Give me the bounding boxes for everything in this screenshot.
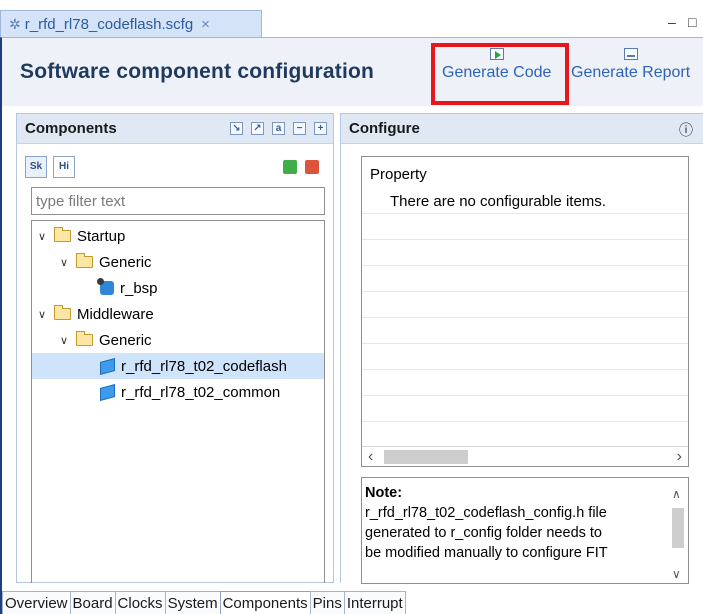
minimize-button[interactable]: ‒: [668, 14, 676, 30]
scroll-left-icon[interactable]: ‹: [368, 447, 373, 467]
tab-interrupt[interactable]: Interrupt: [343, 591, 406, 614]
note-box: Note: r_rfd_rl78_t02_codeflash_config.h …: [361, 477, 689, 584]
chevron-down-icon[interactable]: ∨: [58, 256, 70, 269]
grid-line: [362, 291, 688, 292]
configure-panel-title: Configure: [349, 120, 420, 137]
grid-line: [362, 265, 688, 266]
component-icon: [100, 357, 115, 375]
filter-input[interactable]: [31, 187, 325, 215]
tab-pins[interactable]: Pins: [309, 591, 345, 614]
chevron-down-icon[interactable]: ∨: [58, 334, 70, 347]
vertical-scrollbar[interactable]: ∧ ∨: [668, 478, 688, 583]
header: Software component configuration Generat…: [2, 38, 703, 106]
bottom-tab-bar: Overview Board Clocks System Components …: [2, 591, 703, 614]
grid-line: [362, 369, 688, 370]
tree-node-common[interactable]: r_rfd_rl78_t02_common: [32, 379, 324, 405]
editor-tab-bar: ✲ r_rfd_rl78_codeflash.scfg × ‒ □: [0, 0, 703, 38]
hierarchy-view-toggle[interactable]: Hi: [53, 156, 75, 178]
generate-report-icon: [623, 48, 638, 60]
grid-line: [362, 213, 688, 214]
folder-open-icon: [54, 227, 71, 242]
note-line: be modified manually to configure FIT: [365, 545, 608, 561]
grid-line: [362, 395, 688, 396]
close-icon[interactable]: ×: [201, 16, 210, 33]
components-panel-title: Components: [25, 120, 117, 137]
empty-message: There are no configurable items.: [390, 193, 606, 210]
editor-tab[interactable]: ✲ r_rfd_rl78_codeflash.scfg ×: [0, 10, 262, 38]
scrollbar-thumb[interactable]: [672, 508, 684, 548]
configure-panel-header: Configure ⓘ: [341, 114, 703, 144]
grid-line: [362, 343, 688, 344]
note-line: generated to r_config folder needs to: [365, 525, 602, 541]
scrollbar-thumb[interactable]: [384, 450, 468, 464]
grid-line: [362, 317, 688, 318]
tree-node-label: Middleware: [77, 305, 154, 323]
gear-icon: ✲: [9, 16, 21, 32]
view-toggles: Sk Hi: [25, 156, 75, 178]
remove-component-icon[interactable]: [305, 160, 319, 174]
tree-node-label: Generic: [99, 253, 152, 271]
tab-clocks[interactable]: Clocks: [114, 591, 166, 614]
maximize-button[interactable]: □: [688, 14, 696, 30]
expand-all-icon[interactable]: +: [314, 122, 327, 135]
note-line: r_rfd_rl78_t02_codeflash_config.h file: [365, 505, 607, 521]
generate-report-button[interactable]: Generate Report: [571, 48, 690, 82]
add-component-icon[interactable]: [283, 160, 297, 174]
import-icon[interactable]: ↘: [230, 122, 243, 135]
configure-panel: Configure ⓘ Property There are no config…: [340, 113, 703, 584]
tree-node-startup[interactable]: ∨ Startup: [32, 223, 324, 249]
tree-node-generic-middleware[interactable]: ∨ Generic: [32, 327, 324, 353]
horizontal-scrollbar[interactable]: ‹ ›: [362, 446, 688, 466]
tree-node-generic-startup[interactable]: ∨ Generic: [32, 249, 324, 275]
folder-open-icon: [76, 331, 93, 346]
components-panel-header: Components ↘ ↗ a − +: [17, 114, 333, 144]
grid-line: [362, 421, 688, 422]
component-actions: [283, 160, 319, 174]
scroll-right-icon[interactable]: ›: [677, 447, 682, 467]
property-table: Property There are no configurable items…: [361, 156, 689, 467]
generate-report-label: Generate Report: [571, 64, 691, 81]
chevron-down-icon[interactable]: ∨: [36, 230, 48, 243]
tree-node-codeflash[interactable]: r_rfd_rl78_t02_codeflash: [32, 353, 324, 379]
tree-node-middleware[interactable]: ∨ Middleware: [32, 301, 324, 327]
tab-board[interactable]: Board: [69, 591, 116, 614]
category-view-toggle[interactable]: Sk: [25, 156, 47, 178]
bsp-icon: [97, 278, 114, 295]
tree-node-label: r_bsp: [120, 279, 158, 297]
scroll-down-icon[interactable]: ∨: [672, 564, 681, 583]
component-icon: [100, 383, 115, 401]
tab-components[interactable]: Components: [219, 591, 311, 614]
scroll-up-icon[interactable]: ∧: [672, 484, 681, 504]
editor-tab-title: r_rfd_rl78_codeflash.scfg: [24, 16, 194, 33]
tree-node-label: Startup: [77, 227, 126, 245]
tree-node-label: r_rfd_rl78_t02_common: [121, 383, 281, 401]
highlight-annotation: [431, 43, 569, 105]
folder-open-icon: [76, 253, 93, 268]
info-icon[interactable]: ⓘ: [679, 120, 693, 140]
tab-overview[interactable]: Overview: [2, 591, 71, 614]
tree-node-label: Generic: [99, 331, 152, 349]
grid-line: [362, 239, 688, 240]
folder-open-icon: [54, 305, 71, 320]
component-tree: ∨ Startup ∨ Generic r_bsp ∨ Middleware ∨…: [31, 220, 325, 583]
sort-alpha-icon[interactable]: a: [272, 122, 285, 135]
tree-node-r-bsp[interactable]: r_bsp: [32, 275, 324, 301]
collapse-all-icon[interactable]: −: [293, 122, 306, 135]
tree-node-label: r_rfd_rl78_t02_codeflash: [121, 357, 287, 375]
note-title: Note:: [365, 485, 403, 501]
components-panel: Components ↘ ↗ a − + Sk Hi ∨ Startup ∨ G…: [16, 113, 334, 583]
tab-system[interactable]: System: [164, 591, 221, 614]
export-icon[interactable]: ↗: [251, 122, 264, 135]
components-toolbar: ↘ ↗ a − +: [230, 122, 327, 135]
page-title: Software component configuration: [20, 60, 375, 83]
chevron-down-icon[interactable]: ∨: [36, 308, 48, 321]
property-column-header: Property: [370, 166, 427, 183]
